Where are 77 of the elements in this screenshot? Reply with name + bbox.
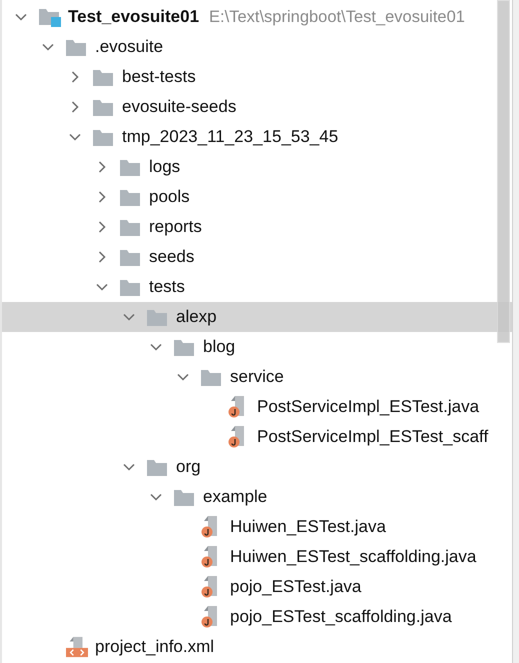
file-name: PostServiceImpl_ESTest_scaff — [257, 427, 488, 447]
file-name: seeds — [149, 247, 194, 267]
file-name: example — [203, 487, 268, 507]
file-name: reports — [149, 217, 202, 237]
expand-chevron-icon[interactable] — [177, 371, 189, 383]
file-name: tests — [149, 277, 185, 297]
folder-icon — [93, 128, 113, 146]
file-name: .evosuite — [95, 37, 164, 57]
tree-row[interactable]: pojo_ESTest.java — [2, 572, 512, 602]
folder-icon — [174, 488, 194, 506]
folder-icon — [66, 38, 86, 56]
file-name: org — [176, 457, 201, 477]
project-name: Test_evosuite01 — [68, 7, 200, 27]
file-name: Huiwen_ESTest.java — [230, 517, 386, 537]
folder-icon — [93, 68, 113, 86]
file-name: pojo_ESTest.java — [230, 577, 362, 597]
file-name: alexp — [176, 307, 217, 327]
expand-chevron-icon[interactable] — [150, 341, 162, 353]
file-name: pools — [149, 187, 190, 207]
folder-icon — [120, 188, 140, 206]
folder-icon — [120, 278, 140, 296]
tree-row[interactable]: service — [2, 362, 512, 392]
folder-icon — [147, 458, 167, 476]
collapse-chevron-icon[interactable] — [96, 251, 108, 263]
expand-chevron-icon[interactable] — [42, 41, 54, 53]
file-name: evosuite-seeds — [122, 97, 236, 117]
tree-row[interactable]: reports — [2, 212, 512, 242]
folder-icon — [120, 218, 140, 236]
xml-file-icon — [66, 636, 88, 658]
folder-icon — [174, 338, 194, 356]
tree-row[interactable]: seeds — [2, 242, 512, 272]
tree-row[interactable]: best-tests — [2, 62, 512, 92]
collapse-chevron-icon[interactable] — [96, 191, 108, 203]
expand-chevron-icon[interactable] — [96, 281, 108, 293]
file-name: blog — [203, 337, 236, 357]
tree-row[interactable]: alexp — [2, 302, 512, 332]
tree-row[interactable]: logs — [2, 152, 512, 182]
tree-row[interactable]: pools — [2, 182, 512, 212]
tree-row[interactable]: pojo_ESTest_scaffolding.java — [2, 602, 512, 632]
file-name: Huiwen_ESTest_scaffolding.java — [230, 547, 476, 567]
tree-row[interactable]: blog — [2, 332, 512, 362]
tree-row[interactable]: project_info.xml — [2, 632, 512, 662]
collapse-chevron-icon[interactable] — [69, 71, 81, 83]
expand-chevron-icon[interactable] — [123, 311, 135, 323]
expand-chevron-icon[interactable] — [69, 131, 81, 143]
file-name: tmp_2023_11_23_15_53_45 — [122, 127, 338, 147]
file-name: service — [230, 367, 284, 387]
folder-icon — [93, 98, 113, 116]
tree-row[interactable]: tests — [2, 272, 512, 302]
folder-icon — [201, 368, 221, 386]
scrollbar-thumb[interactable] — [497, 0, 510, 343]
tree-row[interactable]: evosuite-seeds — [2, 92, 512, 122]
tree-row[interactable]: tmp_2023_11_23_15_53_45 — [2, 122, 512, 152]
expand-chevron-icon[interactable] — [150, 491, 162, 503]
collapse-chevron-icon[interactable] — [96, 221, 108, 233]
project-path: E:\Text\springboot\Test_evosuite01 — [209, 8, 465, 26]
folder-icon — [147, 308, 167, 326]
collapse-chevron-icon[interactable] — [96, 161, 108, 173]
file-name: logs — [149, 157, 180, 177]
tree-row[interactable]: Test_evosuite01 E:\Text\springboot\Test_evosuite01 — [2, 2, 512, 32]
module-folder-icon — [39, 7, 61, 27]
file-name: pojo_ESTest_scaffolding.java — [230, 607, 452, 627]
tree-row[interactable]: PostServiceImpl_ESTest.java — [2, 392, 512, 422]
tree-row[interactable]: .evosuite — [2, 32, 512, 62]
tree-row[interactable]: PostServiceImpl_ESTest_scaff — [2, 422, 512, 452]
collapse-chevron-icon[interactable] — [69, 101, 81, 113]
file-name: best-tests — [122, 67, 196, 87]
tree-row[interactable]: Huiwen_ESTest_scaffolding.java — [2, 542, 512, 572]
tree-row[interactable]: org — [2, 452, 512, 482]
expand-chevron-icon[interactable] — [15, 11, 27, 23]
tree-row[interactable]: example — [2, 482, 512, 512]
file-name: project_info.xml — [95, 637, 214, 657]
tree-row[interactable]: Huiwen_ESTest.java — [2, 512, 512, 542]
folder-icon — [120, 158, 140, 176]
expand-chevron-icon[interactable] — [123, 461, 135, 473]
folder-icon — [120, 248, 140, 266]
file-name: PostServiceImpl_ESTest.java — [257, 397, 480, 417]
